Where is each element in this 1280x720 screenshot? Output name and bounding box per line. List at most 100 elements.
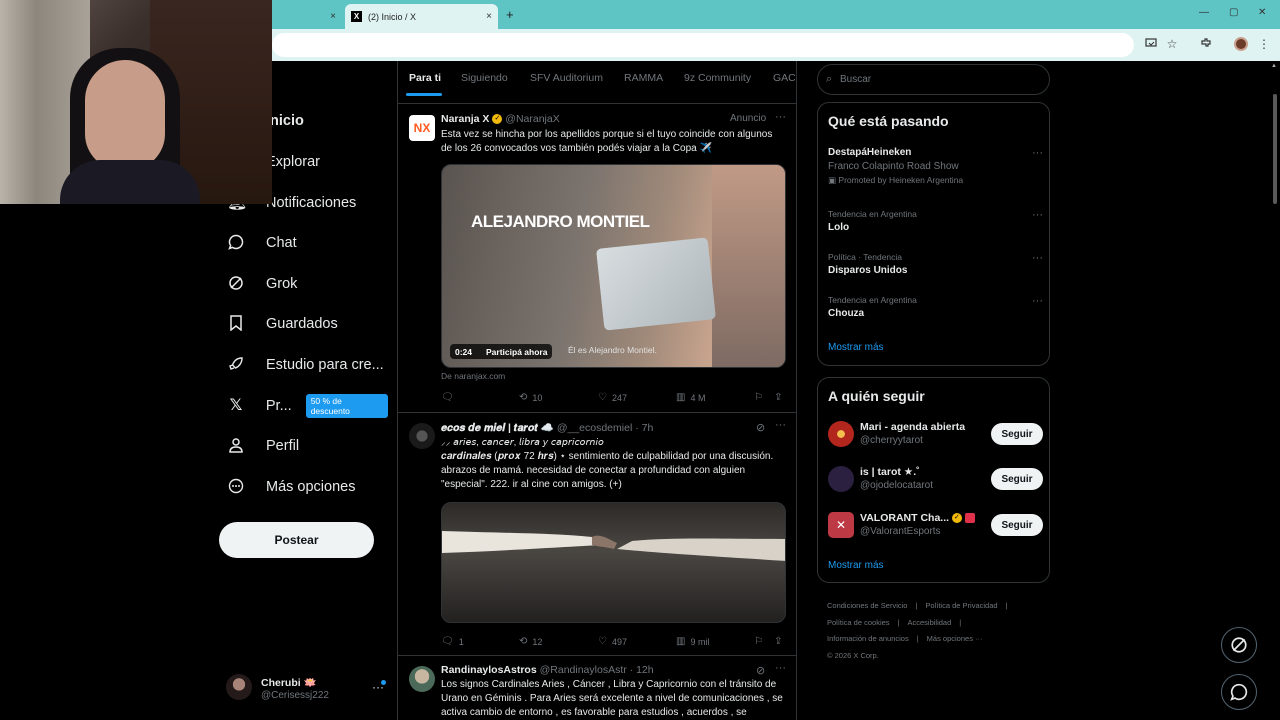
- tab-following[interactable]: Siguiendo: [461, 72, 508, 84]
- nav-item-premium[interactable]: 𝕏 Pr... 50 % de descuento: [218, 391, 388, 421]
- avatar[interactable]: [409, 666, 435, 692]
- video-overlay-title: ALEJANDRO MONTIEL: [471, 212, 650, 231]
- omnibox[interactable]: [272, 33, 1134, 57]
- grok-fab-button[interactable]: [1221, 627, 1257, 663]
- trend-item[interactable]: Tendencia en Argentina Lolo ···: [828, 209, 1043, 233]
- browser-profile-avatar[interactable]: [1234, 37, 1248, 51]
- reply-button[interactable]: 🗨︎: [441, 392, 459, 403]
- follow-suggestion[interactable]: ✕ VALORANT Cha... ✓ @ValorantEsports Seg…: [828, 510, 1043, 544]
- post-ad[interactable]: NX Naranja X ✓ @NaranjaX Anuncio ··· Est…: [398, 105, 796, 413]
- post-time[interactable]: · 12h: [630, 664, 654, 676]
- bookmark-star-icon[interactable]: ☆: [1164, 37, 1180, 53]
- new-tab-button[interactable]: +: [506, 7, 514, 22]
- close-window-icon[interactable]: ✕: [1258, 7, 1266, 18]
- account-switcher[interactable]: Cherubi 🪷 @Cerisessj222 ···: [226, 672, 386, 708]
- share-button[interactable]: ⇪: [774, 392, 787, 403]
- post-image[interactable]: [441, 502, 786, 623]
- bookmark-button[interactable]: ⚐: [754, 392, 768, 403]
- trend-more-icon[interactable]: ···: [1032, 209, 1043, 221]
- reply-button[interactable]: 🗨︎ 1: [441, 636, 464, 647]
- like-button[interactable]: ♡ 497: [598, 636, 627, 647]
- search-input[interactable]: ⌕ Buscar: [817, 64, 1050, 95]
- menu-kebab-icon[interactable]: ⋮: [1256, 37, 1272, 53]
- trend-item[interactable]: Tendencia en Argentina Chouza ···: [828, 295, 1043, 319]
- tab-close-icon[interactable]: ×: [486, 11, 492, 22]
- post-time[interactable]: · 7h: [635, 422, 653, 434]
- views-button[interactable]: ▥ 4 M: [676, 392, 705, 403]
- nav-item-creator-studio[interactable]: Estudio para cre...: [218, 350, 384, 380]
- bookmark-button[interactable]: ⚐: [754, 636, 768, 647]
- messages-fab-button[interactable]: [1221, 674, 1257, 710]
- browser-tab-active[interactable]: X (2) Inicio / X ×: [345, 4, 498, 29]
- trend-more-icon[interactable]: ···: [1032, 295, 1043, 307]
- footer-link[interactable]: Información de anuncios: [827, 634, 909, 643]
- follow-button[interactable]: Seguir: [991, 514, 1043, 536]
- trend-more-icon[interactable]: ···: [1032, 252, 1043, 264]
- nav-item-chat[interactable]: Chat: [218, 228, 297, 258]
- browser-tab-inactive[interactable]: ×: [272, 4, 342, 29]
- video-cta[interactable]: Participá ahora: [486, 347, 547, 357]
- more-circle-icon: [227, 478, 245, 496]
- trend-item[interactable]: DestapáHeineken Franco Colapinto Road Sh…: [828, 147, 1043, 186]
- show-more-link[interactable]: Mostrar más: [828, 560, 884, 571]
- cast-icon[interactable]: [1143, 37, 1159, 53]
- grok-icon[interactable]: ⊘: [756, 664, 765, 677]
- post-astros[interactable]: RandinaylosAstros @RandinaylosAstr · 12h…: [398, 656, 796, 720]
- post-handle[interactable]: @RandinaylosAstr: [540, 664, 627, 676]
- video-caption: Él es Alejandro Montiel.: [568, 345, 657, 355]
- footer-link[interactable]: Política de Privacidad: [925, 601, 997, 610]
- tab-close-icon[interactable]: ×: [330, 11, 336, 22]
- minimize-icon[interactable]: —: [1199, 7, 1209, 18]
- nav-item-more[interactable]: Más opciones: [218, 472, 355, 502]
- footer-link[interactable]: Política de cookies: [827, 618, 890, 627]
- like-button[interactable]: ♡ 247: [598, 392, 627, 403]
- nav-item-grok[interactable]: Grok: [218, 269, 297, 299]
- share-button[interactable]: ⇪: [774, 636, 787, 647]
- repost-button[interactable]: ⟲ 10: [519, 392, 542, 403]
- page-scrollbar[interactable]: ▲: [1270, 61, 1280, 720]
- avatar[interactable]: [409, 423, 435, 449]
- post-text: Esta vez se hincha por los apellidos por…: [441, 129, 773, 154]
- grok-icon[interactable]: ⊘: [756, 421, 765, 434]
- follow-suggestion[interactable]: Mari - agenda abierta @cherryytarot Segu…: [828, 419, 1043, 453]
- post-button[interactable]: Postear: [219, 522, 374, 558]
- tab-sfv-auditorium[interactable]: SFV Auditorium: [530, 72, 603, 84]
- footer-link[interactable]: Accesibilidad: [908, 618, 952, 627]
- nav-label: Grok: [266, 276, 298, 292]
- post-video[interactable]: ALEJANDRO MONTIEL 0:24 Participá ahora É…: [441, 164, 786, 368]
- tab-9z-community[interactable]: 9z Community: [684, 72, 751, 84]
- tab-ramma[interactable]: RAMMA: [624, 72, 663, 84]
- post-author[interactable]: RandinaylosAstros: [441, 664, 537, 676]
- trend-item[interactable]: Política · Tendencia Disparos Unidos ···: [828, 252, 1043, 276]
- post-handle[interactable]: @NaranjaX: [505, 113, 559, 125]
- views-button[interactable]: ▥ 9 mil: [676, 636, 709, 647]
- restore-icon[interactable]: ▢: [1229, 7, 1238, 18]
- post-more-icon[interactable]: ···: [775, 662, 786, 674]
- extensions-icon[interactable]: [1198, 37, 1214, 53]
- nav-item-bookmarks[interactable]: Guardados: [218, 309, 338, 339]
- video-person-face: [712, 165, 785, 367]
- tab-gaci[interactable]: GACI: [773, 72, 796, 84]
- post-author[interactable]: Naranja X: [441, 113, 489, 125]
- tab-for-you[interactable]: Para ti: [409, 72, 441, 84]
- trend-more-icon[interactable]: ···: [1032, 147, 1043, 159]
- follow-suggestion[interactable]: is | tarot ★.˚ @ojodelocatarot Seguir: [828, 464, 1043, 498]
- footer-link[interactable]: Más opciones ···: [927, 634, 983, 643]
- ad-source[interactable]: De naranjax.com: [441, 371, 505, 381]
- post-handle[interactable]: @__ecosdemiel: [557, 422, 632, 434]
- post-author[interactable]: 𝒆𝒄𝒐𝒔 𝒅𝒆 𝒎𝒊𝒆𝒍 | 𝒕𝒂𝒓𝒐𝒕 ☁️: [441, 422, 554, 434]
- repost-button[interactable]: ⟲ 12: [519, 636, 542, 647]
- scrollbar-thumb[interactable]: [1273, 94, 1277, 204]
- avatar[interactable]: NX: [409, 115, 435, 141]
- follow-button[interactable]: Seguir: [991, 423, 1043, 445]
- follow-button[interactable]: Seguir: [991, 468, 1043, 490]
- nav-item-profile[interactable]: Perfil: [218, 431, 299, 461]
- video-info-pill[interactable]: 0:24 Participá ahora: [450, 344, 553, 359]
- post-more-icon[interactable]: ···: [775, 419, 786, 431]
- scroll-up-icon[interactable]: ▲: [1271, 63, 1277, 69]
- post-more-icon[interactable]: ···: [775, 111, 786, 123]
- show-more-link[interactable]: Mostrar más: [828, 342, 884, 353]
- trend-name: Lolo: [828, 222, 850, 233]
- post-tarot[interactable]: 𝒆𝒄𝒐𝒔 𝒅𝒆 𝒎𝒊𝒆𝒍 | 𝒕𝒂𝒓𝒐𝒕 ☁️ @__ecosdemiel · …: [398, 413, 796, 656]
- footer-link[interactable]: Condiciones de Servicio: [827, 601, 907, 610]
